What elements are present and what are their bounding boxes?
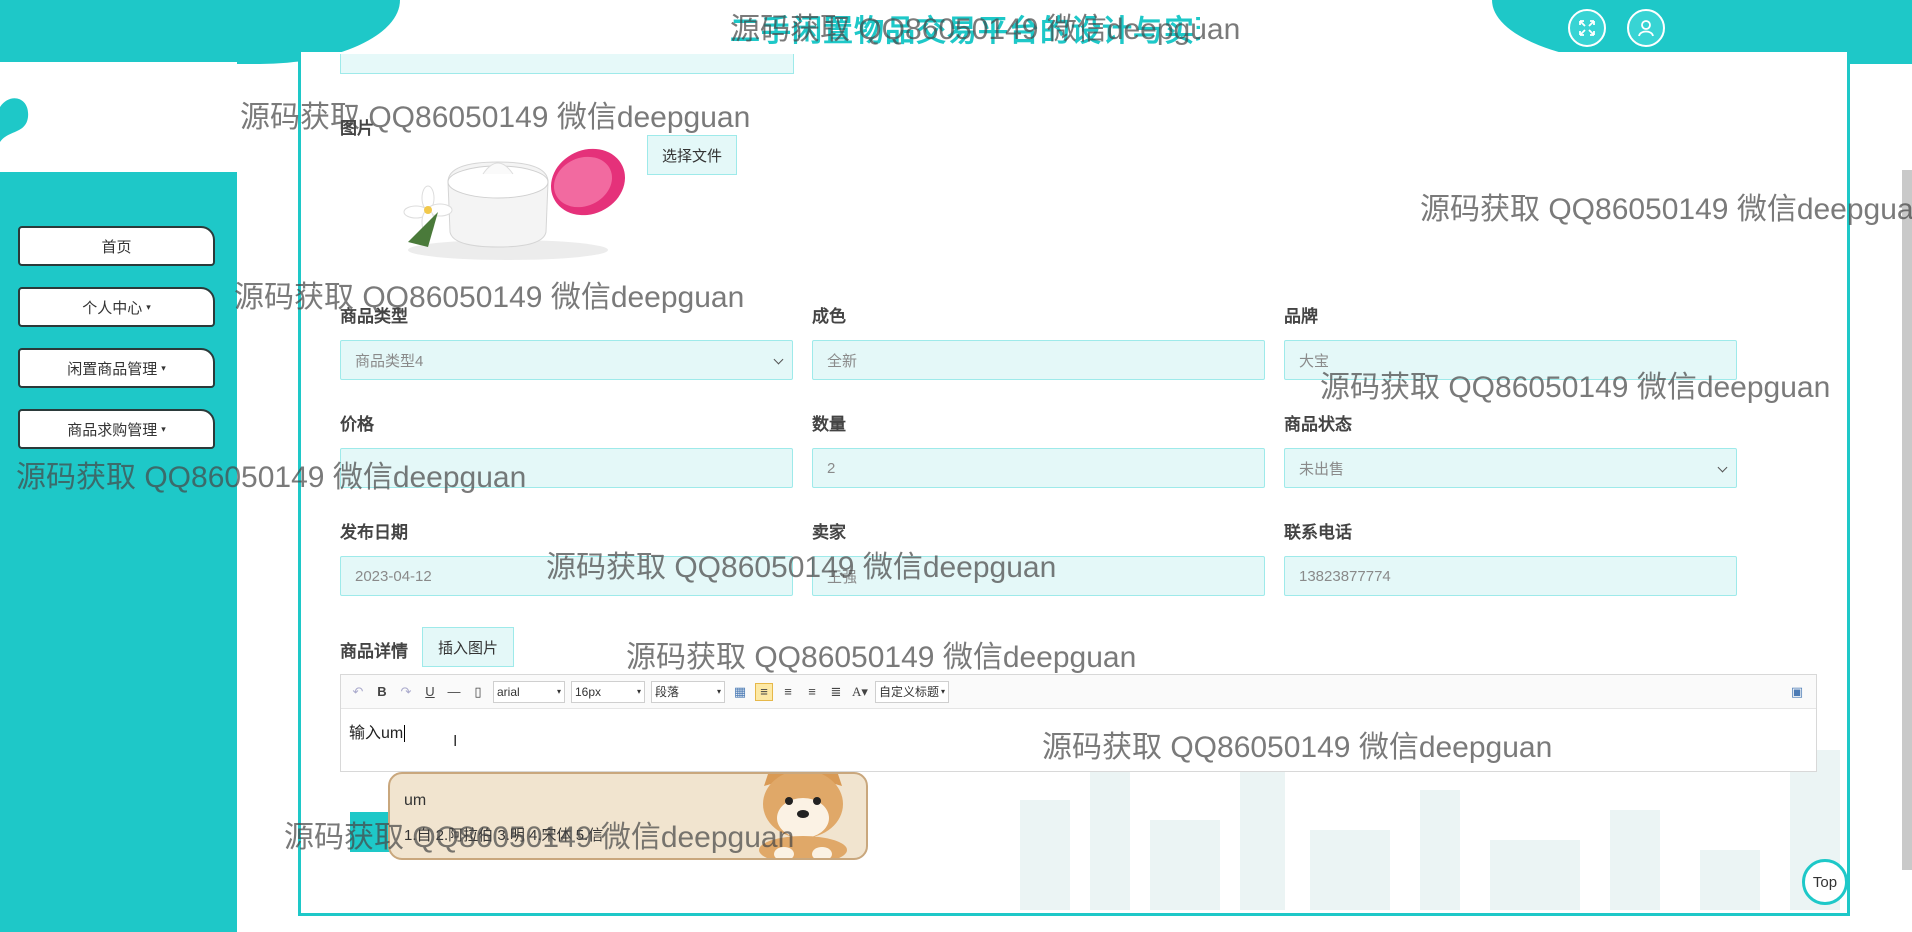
redo-icon[interactable]: ↷	[397, 683, 415, 701]
sidebar: 首页 个人中心 ▾ 闲置商品管理 ▾ 商品求购管理 ▾	[0, 62, 237, 932]
chevron-down-icon: ▾	[556, 687, 561, 696]
editor-text: 输入um	[349, 725, 404, 742]
font-family-select[interactable]: arial ▾	[493, 680, 565, 703]
font-size-value: 16px	[575, 684, 602, 699]
ime-candidate-popup: um 1.自 2.阿拉伯 3.明 4.宋体 5.信	[388, 772, 868, 860]
horizontal-rule-icon[interactable]: —	[445, 683, 463, 701]
sidebar-item-label: 闲置商品管理	[67, 360, 158, 378]
field-input-partial[interactable]	[340, 54, 794, 74]
chevron-down-icon: ▾	[636, 687, 641, 696]
sidebar-item-purchase-requests[interactable]: 商品求购管理 ▾	[18, 409, 215, 449]
caret-down-icon: ▾	[146, 301, 151, 312]
sidebar-item-home[interactable]: 首页	[18, 226, 215, 266]
back-to-top-button[interactable]: Top	[1802, 859, 1848, 905]
scrollbar[interactable]	[1902, 170, 1912, 870]
paragraph-select[interactable]: 段落 ▾	[651, 680, 725, 703]
font-size-select[interactable]: 16px ▾	[571, 680, 645, 703]
site-title: 二手闲置物品交易平台的设计与实现	[730, 15, 1200, 48]
field-label-condition: 成色	[812, 307, 846, 326]
field-label-price: 价格	[340, 415, 374, 434]
field-label-phone: 联系电话	[1284, 523, 1352, 542]
sidebar-item-label: 个人中心	[82, 299, 143, 317]
sidebar-item-idle-goods[interactable]: 闲置商品管理 ▾	[18, 348, 215, 388]
ibeam-cursor-icon: I	[453, 733, 458, 750]
chevron-down-icon: ▾	[716, 687, 721, 696]
goods-type-select[interactable]: 商品类型4	[340, 340, 793, 380]
condition-input[interactable]: 全新	[812, 340, 1265, 380]
font-color-icon[interactable]: A▾	[851, 683, 869, 701]
rich-text-editor: ↶ B ↷ U — ▯ arial ▾ 16px ▾ 段落 ▾ ▦ ≡ ≡ ≡ ≣ A…	[340, 674, 1817, 772]
product-image	[403, 148, 625, 260]
expand-arrows-icon	[1579, 20, 1595, 36]
phone-input[interactable]: 13823877774	[1284, 556, 1737, 596]
undo-icon[interactable]: ↶	[349, 683, 367, 701]
sidebar-item-personal-center[interactable]: 个人中心 ▾	[18, 287, 215, 327]
align-center-icon[interactable]: ≡	[779, 683, 797, 701]
underline-icon[interactable]: U	[421, 683, 439, 701]
paragraph-value: 段落	[655, 685, 680, 699]
table-icon[interactable]: ▦	[731, 683, 749, 701]
insert-image-button[interactable]: 插入图片	[422, 627, 514, 667]
publish-date-input[interactable]: 2023-04-12	[340, 556, 793, 596]
caret-down-icon: ▾	[161, 423, 166, 434]
seller-input[interactable]: 王强	[812, 556, 1265, 596]
shiba-dog-skin-image	[759, 774, 847, 858]
document-icon[interactable]: ▯	[469, 683, 487, 701]
brand-input[interactable]: 大宝	[1284, 340, 1737, 380]
user-icon	[1638, 20, 1654, 37]
align-right-icon[interactable]: ≡	[803, 683, 821, 701]
sidebar-wave-decoration	[0, 62, 237, 172]
price-input[interactable]	[340, 448, 793, 488]
field-label-publish-date: 发布日期	[340, 523, 408, 542]
bold-icon[interactable]: B	[373, 683, 391, 701]
align-justify-icon[interactable]: ≣	[827, 683, 845, 701]
choose-file-button[interactable]: 选择文件	[647, 135, 737, 175]
field-label-seller: 卖家	[812, 523, 846, 542]
ime-candidate-list[interactable]: 1.自 2.阿拉伯 3.明 4.宋体 5.信	[404, 824, 603, 845]
quantity-input[interactable]: 2	[812, 448, 1265, 488]
font-family-value: arial	[497, 684, 520, 699]
text-caret	[404, 725, 406, 743]
source-code-icon[interactable]: ▣	[1788, 683, 1806, 701]
custom-heading-select[interactable]: 自定义标题 ▾	[875, 680, 949, 703]
field-label-brand: 品牌	[1284, 307, 1318, 326]
sidebar-item-label: 商品求购管理	[67, 421, 158, 439]
sidebar-item-label: 首页	[101, 238, 132, 256]
status-select[interactable]: 未出售	[1284, 448, 1737, 488]
field-label-goods-type: 商品类型	[340, 307, 408, 326]
detail-label: 商品详情	[340, 642, 408, 661]
chevron-down-icon: ▾	[940, 687, 945, 696]
editor-content-area[interactable]: 输入um I	[341, 709, 1816, 753]
ime-composition-text: um	[404, 792, 427, 809]
editor-toolbar: ↶ B ↷ U — ▯ arial ▾ 16px ▾ 段落 ▾ ▦ ≡ ≡ ≡ ≣ A…	[341, 675, 1816, 709]
field-label-quantity: 数量	[812, 415, 846, 434]
custom-heading-value: 自定义标题	[879, 685, 940, 699]
caret-down-icon: ▾	[161, 362, 166, 373]
fullscreen-button[interactable]	[1568, 9, 1606, 47]
align-left-icon[interactable]: ≡	[755, 682, 773, 701]
image-label: 图片	[340, 119, 374, 138]
field-label-status: 商品状态	[1284, 415, 1352, 434]
user-button[interactable]	[1627, 9, 1665, 47]
